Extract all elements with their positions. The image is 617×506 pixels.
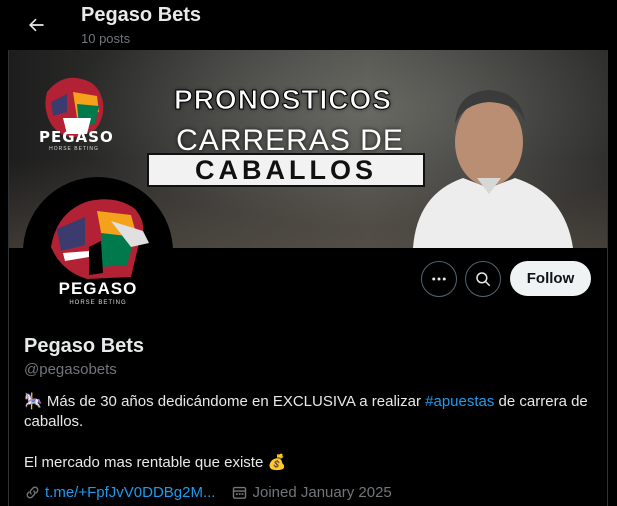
carousel-horse-emoji: 🎠 xyxy=(24,393,43,410)
follow-button[interactable]: Follow xyxy=(510,261,591,296)
post-count: 10 posts xyxy=(81,31,131,46)
profile-handle: @pegasobets xyxy=(24,361,117,378)
calendar-icon xyxy=(233,486,247,499)
top-bar: Pegaso Bets 10 posts xyxy=(0,0,617,50)
presenter-photo xyxy=(413,90,573,248)
bio-text: Más de 30 años dedicándome en EXCLUSIVA … xyxy=(42,393,426,410)
profile-meta: t.me/+FpfJvV0DDBg2M... Joined January 20… xyxy=(24,484,392,501)
profile-bio: 🎠 Más de 30 años dedicándome en EXCLUSIV… xyxy=(24,392,594,432)
more-button[interactable] xyxy=(421,261,457,297)
profile-bio-line2: El mercado mas rentable que existe 💰 xyxy=(24,454,287,471)
banner-title-line1: PRONOSTICOS xyxy=(174,84,392,116)
banner-logo-subtext: HORSE BETING xyxy=(49,146,99,152)
more-icon xyxy=(432,277,446,281)
avatar[interactable]: PEGASO HORSE BETING xyxy=(23,177,173,327)
header-title: Pegaso Bets xyxy=(81,4,202,26)
link-icon xyxy=(26,486,39,499)
joined-date: Joined January 2025 xyxy=(252,484,392,501)
avatar-logo-subtext: HORSE BETING xyxy=(69,300,127,306)
avatar-logo-text: PEGASO xyxy=(58,279,138,298)
back-button[interactable] xyxy=(19,8,53,42)
search-icon xyxy=(476,272,491,287)
banner-logo-text: PEGASO xyxy=(39,128,114,146)
column-border-right xyxy=(607,0,608,506)
profile-name: Pegaso Bets xyxy=(24,335,145,357)
search-button[interactable] xyxy=(465,261,501,297)
profile-link[interactable]: t.me/+FpfJvV0DDBg2M... xyxy=(45,484,215,501)
banner-title-line3: CABALLOS xyxy=(147,153,425,187)
arrow-left-icon xyxy=(29,18,44,32)
hashtag-link[interactable]: #apuestas xyxy=(425,393,494,410)
